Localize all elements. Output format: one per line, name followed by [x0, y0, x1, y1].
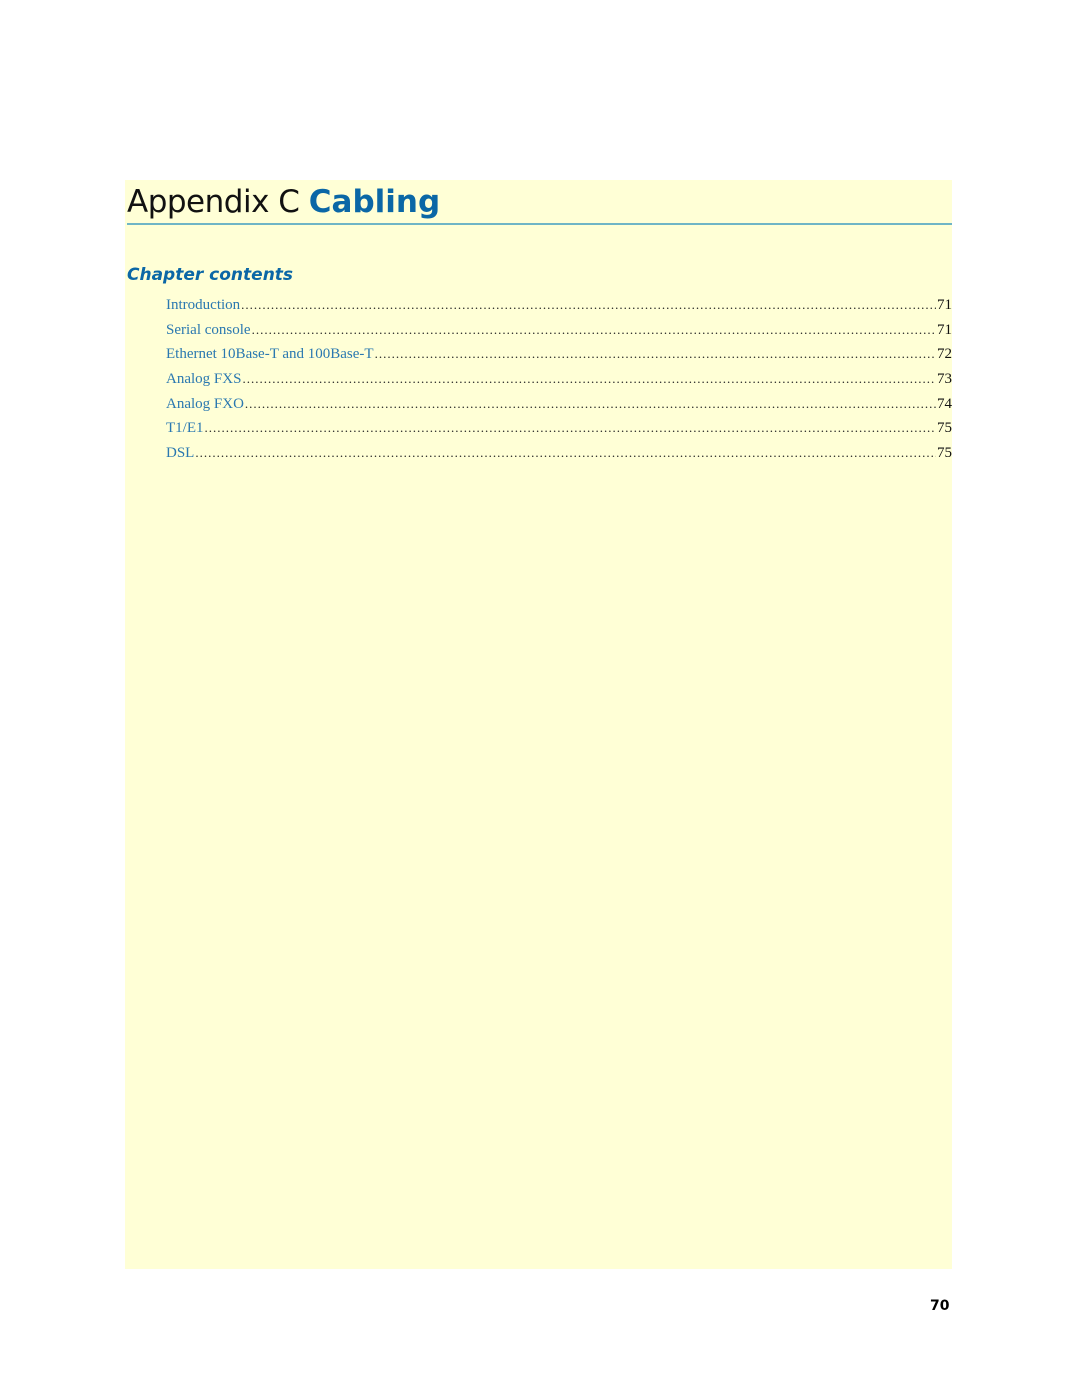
toc-entry-label[interactable]: Introduction — [166, 294, 240, 316]
title-prefix: Appendix C — [127, 184, 300, 220]
title-divider — [127, 223, 952, 225]
toc-entry[interactable]: Introduction 71 — [166, 294, 952, 319]
toc-entry-label[interactable]: Ethernet 10Base-T and 100Base-T — [166, 343, 374, 365]
toc-entry-page: 72 — [937, 346, 952, 363]
toc-entry-label[interactable]: Analog FXS — [166, 368, 241, 390]
leader-dots — [375, 343, 936, 365]
leader-dots — [245, 393, 936, 415]
toc-entry-page: 71 — [937, 321, 952, 338]
toc-entry-page: 75 — [937, 445, 952, 462]
toc-entry[interactable]: Ethernet 10Base-T and 100Base-T 72 — [166, 343, 952, 368]
toc-entry[interactable]: Serial console 71 — [166, 319, 952, 344]
leader-dots — [241, 294, 936, 316]
leader-dots — [205, 417, 937, 439]
toc-entry-page: 74 — [937, 395, 952, 412]
chapter-contents-heading: Chapter contents — [127, 265, 294, 285]
leader-dots — [195, 442, 936, 464]
toc-entry-page: 75 — [937, 420, 952, 437]
toc-entry-page: 73 — [937, 371, 952, 388]
leader-dots — [252, 319, 936, 341]
title-main: Cabling — [308, 184, 441, 220]
leader-dots — [242, 368, 936, 390]
toc-entry[interactable]: Analog FXS 73 — [166, 368, 952, 393]
toc-entry-page: 71 — [937, 297, 952, 313]
toc-entry[interactable]: Analog FXO 74 — [166, 393, 952, 418]
toc-entry-label[interactable]: Analog FXO — [166, 393, 244, 415]
toc-entry-label[interactable]: T1/E1 — [166, 417, 204, 439]
table-of-contents: Introduction 71 Serial console 71 Ethernet… — [166, 294, 952, 467]
toc-entry-label[interactable]: DSL — [166, 442, 194, 464]
toc-entry[interactable]: T1/E1 75 — [166, 417, 952, 442]
toc-entry[interactable]: DSL 75 — [166, 442, 952, 467]
page-number: 70 — [930, 1298, 950, 1314]
chapter-panel: Appendix C Cabling Chapter contents Intr… — [125, 180, 952, 1269]
page-title: Appendix C Cabling — [127, 182, 440, 222]
toc-entry-label[interactable]: Serial console — [166, 319, 251, 341]
